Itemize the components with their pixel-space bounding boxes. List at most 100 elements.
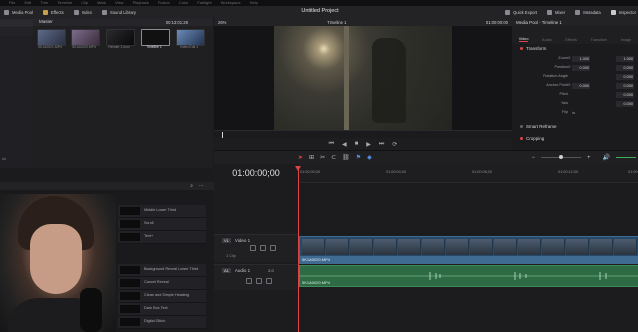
audio-track-level: 2.0	[268, 268, 274, 273]
clip-thumbnail[interactable]	[106, 29, 135, 46]
snapping-icon[interactable]: ⊂	[331, 154, 336, 161]
bin-label: ds	[2, 157, 7, 161]
lock-icon[interactable]	[250, 245, 256, 251]
clip-thumbnail[interactable]	[37, 29, 66, 46]
mixer-button[interactable]: Mixer	[547, 9, 565, 15]
zoom-slider-handle[interactable]	[559, 155, 563, 159]
sound-library-icon	[101, 9, 107, 15]
visibility-icon[interactable]	[270, 245, 276, 251]
zoom-x-field[interactable]: 1.000	[572, 56, 590, 62]
effect-item[interactable]: Digital Glitch	[118, 316, 206, 329]
audio-clip-label: 5K1A0020.MP4	[302, 280, 331, 285]
viewer-timeline-name[interactable]: Timeline 1	[327, 20, 346, 25]
blade-tool-icon[interactable]: ✂	[320, 154, 325, 161]
section-enabled-icon[interactable]	[520, 137, 523, 140]
track-badge-a1[interactable]: A1	[222, 268, 231, 273]
timeline-thumbnail[interactable]	[141, 29, 170, 46]
tab-image[interactable]: Image	[621, 38, 632, 42]
bin-row[interactable]	[0, 28, 33, 36]
timeline-timecode: 01:00:00;00	[232, 168, 280, 178]
linked-selection-icon[interactable]: ⛓	[342, 154, 350, 161]
inspector-panel: Transform Zoom X 1.000 1.000 Position X …	[512, 44, 638, 150]
audio-level-icon[interactable]: 🔊	[603, 154, 610, 161]
media-pool-icon	[4, 9, 9, 15]
tab-video[interactable]: Video	[518, 37, 529, 42]
clip-thumbnail[interactable]	[71, 29, 100, 46]
audio-track-controls	[244, 278, 274, 284]
skip-back-icon[interactable]: ⏮	[329, 141, 334, 148]
lock-icon[interactable]	[246, 278, 252, 284]
timeline-ruler[interactable]: 01:00:00;00 01:00:04;00 01:00:08;00 01:0…	[298, 164, 638, 183]
mute-icon[interactable]	[266, 278, 272, 284]
selection-tool-icon[interactable]: ➤	[298, 154, 303, 161]
effect-item[interactable]: Scroll	[118, 218, 206, 231]
step-back-icon[interactable]: ◀	[342, 141, 347, 148]
tab-effects[interactable]: Effects	[565, 38, 577, 42]
effect-item[interactable]: Cancel Reveal	[118, 277, 206, 290]
marker-icon[interactable]: ◆	[367, 154, 372, 161]
video-track-clip-count: 1 Clip	[226, 254, 236, 258]
effect-item[interactable]: Clean and Simple Heading	[118, 290, 206, 303]
smart-reframe-section[interactable]: Smart Reframe	[520, 124, 557, 129]
effect-thumbnail	[120, 279, 140, 287]
auto-select-icon[interactable]	[260, 245, 266, 251]
index-button[interactable]: Index	[73, 9, 92, 15]
quick-export-button[interactable]: Quick Export	[505, 9, 537, 15]
effect-item[interactable]: Background Reveal Lower Third	[118, 264, 206, 277]
playhead[interactable]	[298, 168, 299, 332]
playhead-handle[interactable]	[295, 166, 301, 171]
anchor-x-field[interactable]: 0.000	[572, 83, 590, 89]
effect-thumbnail	[120, 305, 140, 313]
flag-icon[interactable]: ⚑	[356, 154, 361, 161]
position-x-field[interactable]: 0.000	[572, 65, 590, 71]
loop-icon[interactable]: ⟳	[392, 141, 397, 148]
effect-thumbnail	[120, 318, 140, 326]
prop-position: Position X 0.000 0.000	[554, 65, 634, 71]
rotation-field[interactable]: 0.000	[616, 74, 634, 80]
video-frame[interactable]	[274, 26, 452, 130]
export-icon	[505, 9, 511, 15]
zoom-out-icon[interactable]: −	[531, 155, 535, 161]
video-clip[interactable]	[299, 236, 638, 258]
inspector-button[interactable]: Inspector	[610, 9, 636, 15]
audio-level-slider[interactable]	[616, 157, 636, 158]
media-pool-button[interactable]: Media Pool	[4, 9, 33, 15]
stop-icon[interactable]: ■	[355, 141, 359, 147]
clip-thumbnail[interactable]	[176, 29, 205, 46]
position-y-field[interactable]: 0.000	[616, 65, 634, 71]
bin-row[interactable]	[0, 19, 33, 27]
cropping-section[interactable]: Cropping	[520, 136, 544, 141]
solo-icon[interactable]	[256, 278, 262, 284]
effects-header: ⌕ ⋯	[0, 182, 214, 190]
tab-transition[interactable]: Transition	[591, 38, 608, 42]
tab-audio[interactable]: Audio	[542, 38, 552, 42]
metadata-button[interactable]: Metadata	[575, 9, 601, 15]
effects-button[interactable]: Effects	[42, 9, 64, 15]
zoom-in-icon[interactable]: +	[587, 155, 591, 161]
yaw-field[interactable]: 0.000	[616, 101, 634, 107]
audio-track-header[interactable]: A1 Audio 1 2.0	[214, 264, 298, 290]
skip-forward-icon[interactable]: ⏭	[379, 141, 384, 148]
play-icon[interactable]: ▶	[366, 141, 371, 148]
effect-item[interactable]: Text+	[118, 231, 206, 244]
clip-frame	[374, 239, 397, 255]
flip-icon[interactable]: ⇋	[572, 110, 575, 115]
more-options-icon[interactable]: ⋯	[199, 183, 204, 189]
trim-tool-icon[interactable]: ⊞	[309, 154, 314, 161]
effect-item[interactable]: Dark Box Text	[118, 303, 206, 316]
pitch-field[interactable]: 0.000	[616, 92, 634, 98]
viewer-zoom[interactable]: 26%	[218, 20, 226, 25]
anchor-y-field[interactable]: 0.000	[616, 83, 634, 89]
bin-list[interactable]: ds	[0, 18, 34, 168]
transform-section[interactable]: Transform	[520, 46, 546, 51]
sound-library-button[interactable]: Sound Library	[101, 9, 136, 15]
inspector-header: Media Pool - Timeline 1	[512, 18, 638, 26]
zoom-y-field[interactable]: 1.000	[616, 56, 634, 62]
track-badge-v1[interactable]: V1	[222, 238, 231, 243]
search-icon[interactable]: ⌕	[190, 183, 193, 189]
section-enabled-icon[interactable]	[520, 125, 523, 128]
effect-item[interactable]: Middle Lower Third	[118, 205, 206, 218]
zoom-slider[interactable]	[541, 155, 581, 159]
section-enabled-icon[interactable]	[520, 47, 523, 50]
video-content-figure	[372, 38, 406, 123]
